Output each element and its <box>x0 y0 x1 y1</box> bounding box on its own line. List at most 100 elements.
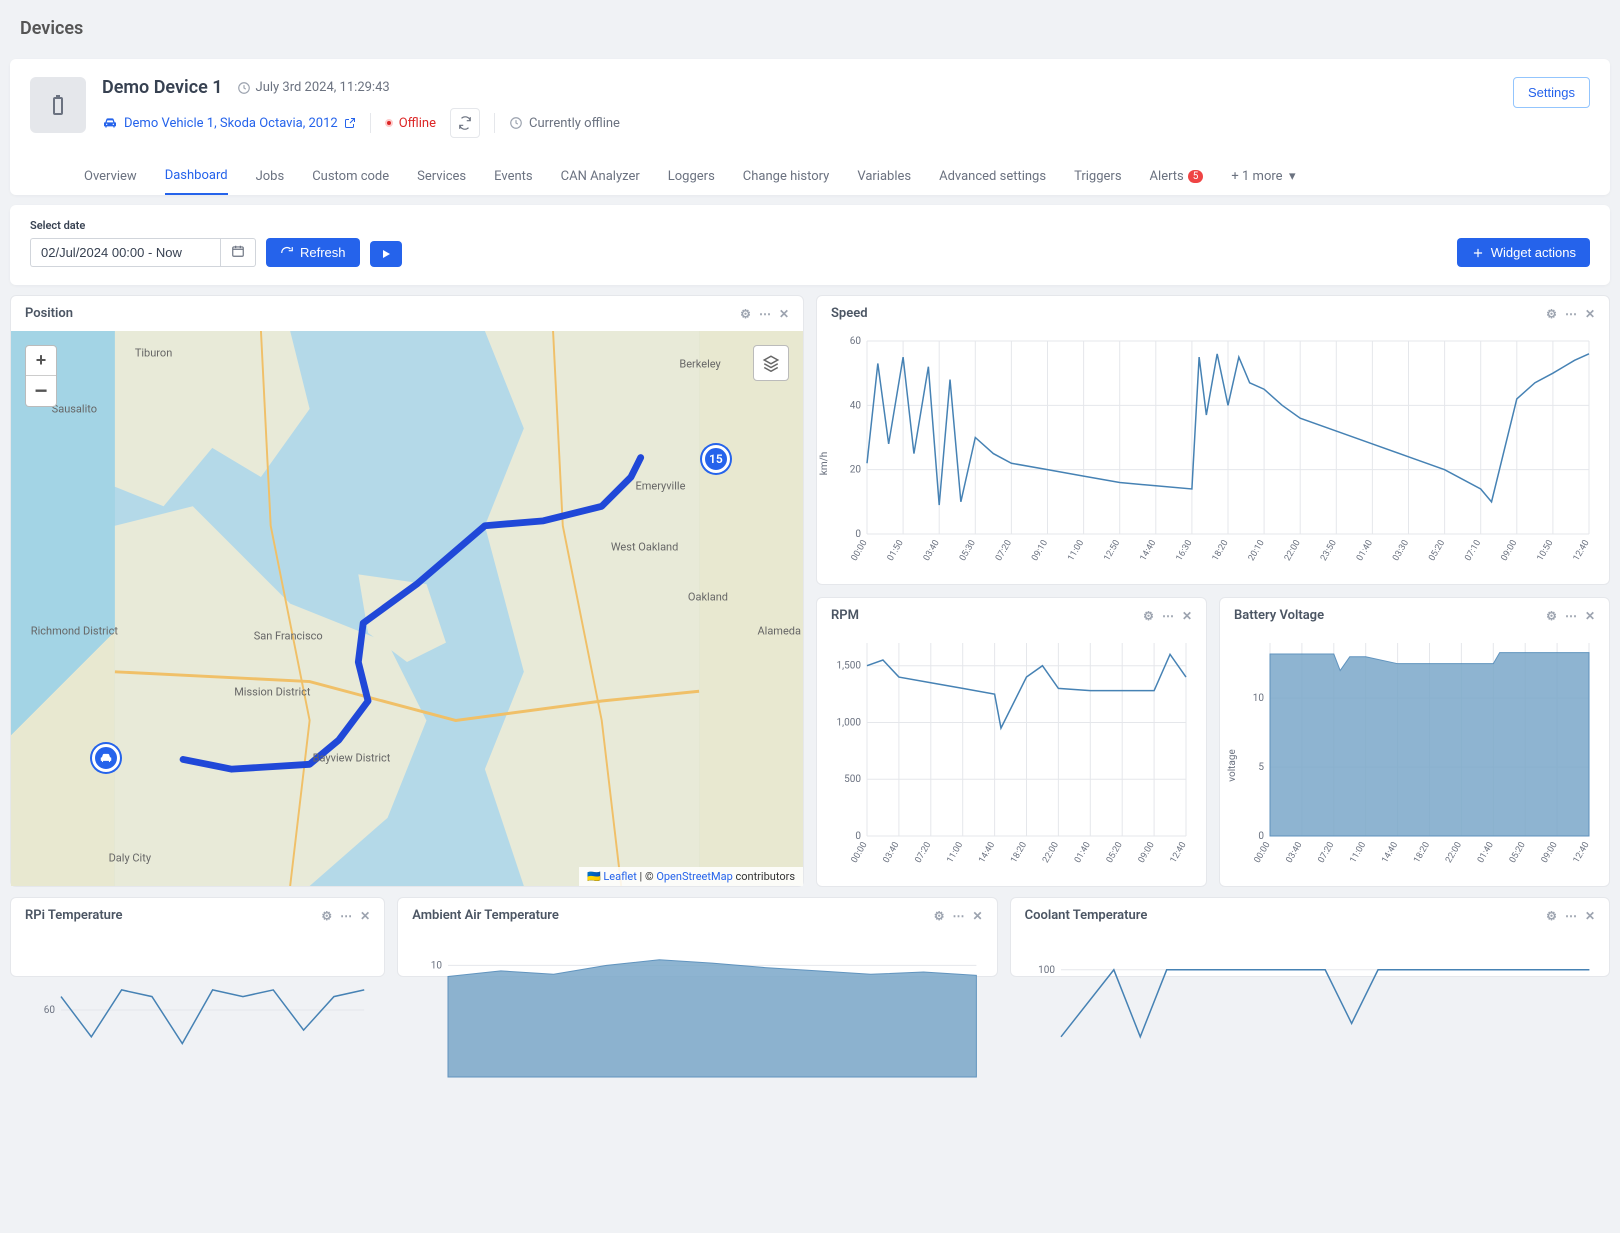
tab-events[interactable]: Events <box>494 158 532 194</box>
map-marker-start[interactable] <box>92 744 120 772</box>
widget-actions-button[interactable]: Widget actions <box>1457 238 1590 267</box>
widget-title: RPi Temperature <box>25 908 123 923</box>
tab-alerts[interactable]: Alerts5 <box>1150 158 1204 194</box>
tab-variables[interactable]: Variables <box>857 158 911 194</box>
svg-text:500: 500 <box>844 774 861 785</box>
svg-text:03:40: 03:40 <box>922 539 942 563</box>
map-city-label: Richmond District <box>31 624 118 637</box>
date-range-input[interactable] <box>30 238 220 267</box>
tab-jobs[interactable]: Jobs <box>256 158 285 194</box>
zoom-in-button[interactable]: + <box>26 346 56 376</box>
play-button[interactable] <box>370 241 402 267</box>
svg-text:09:10: 09:10 <box>1030 539 1050 563</box>
gear-icon[interactable]: ⚙ <box>1143 609 1154 623</box>
clock-icon <box>237 81 251 95</box>
close-icon[interactable]: ✕ <box>1182 609 1192 623</box>
tab-change-history[interactable]: Change history <box>743 158 830 194</box>
svg-text:16:30: 16:30 <box>1175 539 1195 563</box>
widget-title: Position <box>25 306 73 321</box>
map-city-label: Oakland <box>688 591 728 604</box>
svg-text:22:00: 22:00 <box>1283 539 1303 563</box>
settings-button[interactable]: Settings <box>1513 77 1590 108</box>
leaflet-link[interactable]: Leaflet <box>603 870 636 883</box>
more-icon[interactable]: ⋯ <box>340 909 352 923</box>
svg-text:60: 60 <box>850 336 862 347</box>
more-icon[interactable]: ⋯ <box>1565 609 1577 623</box>
vehicle-link[interactable]: Demo Vehicle 1, Skoda Octavia, 2012 <box>102 115 356 131</box>
refresh-icon <box>280 246 294 260</box>
status-badge: Offline <box>385 116 436 131</box>
gear-icon[interactable]: ⚙ <box>1546 307 1557 321</box>
map-city-label: Mission District <box>234 685 310 698</box>
zoom-out-button[interactable]: − <box>26 376 56 406</box>
svg-text:20:10: 20:10 <box>1247 539 1267 563</box>
more-icon[interactable]: ⋯ <box>1565 307 1577 321</box>
map[interactable]: San Francisco Oakland Berkeley Emeryvill… <box>11 331 803 886</box>
close-icon[interactable]: ✕ <box>360 909 370 923</box>
status-dot-icon <box>385 119 393 127</box>
refresh-button[interactable]: Refresh <box>266 238 360 267</box>
y-axis-label: voltage <box>1227 749 1238 782</box>
close-icon[interactable]: ✕ <box>973 909 983 923</box>
map-marker[interactable]: 15 <box>702 445 730 473</box>
ambient-temp-chart: 10 <box>408 933 986 1087</box>
svg-text:01:40: 01:40 <box>1476 841 1496 865</box>
svg-text:5: 5 <box>1258 762 1264 773</box>
gear-icon[interactable]: ⚙ <box>740 307 751 321</box>
tab-advanced-settings[interactable]: Advanced settings <box>939 158 1046 194</box>
svg-text:11:00: 11:00 <box>1348 841 1368 865</box>
svg-text:03:30: 03:30 <box>1391 539 1411 563</box>
tab-overview[interactable]: Overview <box>84 158 137 194</box>
svg-text:00:00: 00:00 <box>850 539 870 563</box>
tab-custom-code[interactable]: Custom code <box>312 158 389 194</box>
svg-text:60: 60 <box>44 1005 56 1016</box>
close-icon[interactable]: ✕ <box>1585 909 1595 923</box>
gear-icon[interactable]: ⚙ <box>1546 609 1557 623</box>
more-icon[interactable]: ⋯ <box>759 307 771 321</box>
svg-text:09:00: 09:00 <box>1540 841 1560 865</box>
svg-text:07:20: 07:20 <box>914 841 934 865</box>
speed-chart: 020406000:0001:5003:4005:3007:2009:1011:… <box>827 331 1599 574</box>
gear-icon[interactable]: ⚙ <box>1546 909 1557 923</box>
gear-icon[interactable]: ⚙ <box>934 909 945 923</box>
tabs: Overview Dashboard Jobs Custom code Services… <box>30 158 1590 195</box>
widget-coolant-temp: Coolant Temperature ⚙ ⋯ ✕ 100 <box>1010 897 1610 977</box>
widget-rpi-temp: RPi Temperature ⚙ ⋯ ✕ 60 <box>10 897 385 977</box>
svg-text:10:50: 10:50 <box>1536 539 1556 563</box>
device-name: Demo Device 1 <box>102 77 223 98</box>
more-icon[interactable]: ⋯ <box>1565 909 1577 923</box>
osm-link[interactable]: OpenStreetMap <box>656 870 732 883</box>
tab-services[interactable]: Services <box>417 158 466 194</box>
map-city-label: Alameda <box>757 624 801 637</box>
svg-text:05:20: 05:20 <box>1508 841 1528 865</box>
svg-text:01:40: 01:40 <box>1073 841 1093 865</box>
more-icon[interactable]: ⋯ <box>953 909 965 923</box>
tab-loggers[interactable]: Loggers <box>668 158 715 194</box>
map-layers-button[interactable] <box>753 345 789 381</box>
svg-text:18:20: 18:20 <box>1211 539 1231 563</box>
tabs-more[interactable]: + 1 more ▾ <box>1231 158 1295 194</box>
device-icon <box>30 77 86 133</box>
refresh-icon <box>458 116 472 130</box>
svg-text:03:40: 03:40 <box>1285 841 1305 865</box>
tab-can-analyzer[interactable]: CAN Analyzer <box>561 158 640 194</box>
map-attribution: 🇺🇦 Leaflet | © OpenStreetMap contributor… <box>579 867 803 886</box>
close-icon[interactable]: ✕ <box>779 307 789 321</box>
more-icon[interactable]: ⋯ <box>1162 609 1174 623</box>
connection-status: Currently offline <box>509 116 620 131</box>
svg-text:00:00: 00:00 <box>1253 841 1273 865</box>
device-header-card: Demo Device 1 July 3rd 2024, 11:29:43 De… <box>10 59 1610 195</box>
rpm-chart: 05001,0001,50000:0003:4007:2011:0014:401… <box>827 633 1196 876</box>
close-icon[interactable]: ✕ <box>1585 609 1595 623</box>
gear-icon[interactable]: ⚙ <box>321 909 332 923</box>
tab-triggers[interactable]: Triggers <box>1074 158 1121 194</box>
close-icon[interactable]: ✕ <box>1585 307 1595 321</box>
refresh-status-button[interactable] <box>450 108 480 138</box>
date-picker-button[interactable] <box>220 238 256 267</box>
map-city-label: West Oakland <box>611 541 679 554</box>
tab-dashboard[interactable]: Dashboard <box>165 158 228 195</box>
svg-text:03:40: 03:40 <box>882 841 902 865</box>
map-city-label: Daly City <box>109 852 151 865</box>
svg-text:07:10: 07:10 <box>1463 539 1483 563</box>
svg-text:1,500: 1,500 <box>837 661 862 672</box>
